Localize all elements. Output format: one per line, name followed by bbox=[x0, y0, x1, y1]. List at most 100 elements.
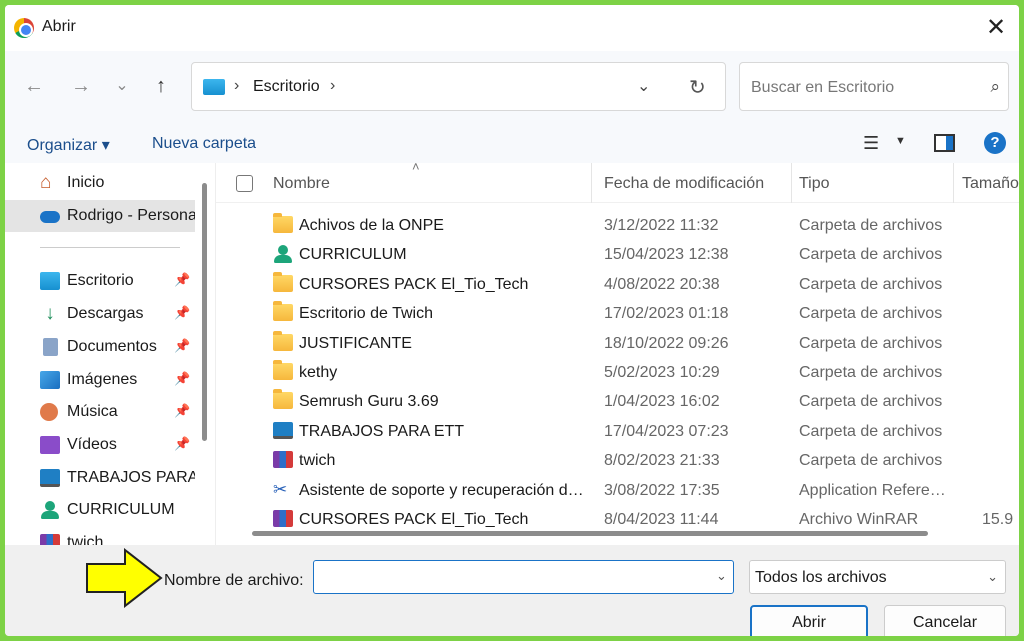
column-divider[interactable] bbox=[791, 163, 792, 203]
file-type: Application Reference bbox=[799, 482, 949, 499]
address-bar[interactable]: › Escritorio › ⌄ ↻ bbox=[191, 62, 726, 111]
sidebar-item-label: TRABAJOS PARA ETT bbox=[67, 469, 195, 486]
sidebar-item-onedrive[interactable]: Rodrigo - Personal bbox=[5, 200, 195, 232]
search-input[interactable]: Buscar en Escritorio bbox=[751, 79, 894, 97]
pin-icon[interactable]: 📌 bbox=[174, 436, 190, 452]
sidebar-item-label: Vídeos bbox=[67, 436, 117, 453]
sidebar-item-musica[interactable]: Música 📌 bbox=[5, 396, 195, 428]
recent-locations-button[interactable]: ⌄ bbox=[109, 73, 135, 99]
back-button[interactable]: ← bbox=[21, 73, 47, 99]
file-row[interactable]: TRABAJOS PARA ETT 17/04/2023 07:23 Carpe… bbox=[216, 417, 1019, 446]
address-history-dropdown-icon[interactable]: ⌄ bbox=[637, 76, 650, 96]
sidebar-item-label: Música bbox=[67, 403, 118, 420]
home-icon: ⌂ bbox=[40, 172, 52, 193]
column-divider[interactable] bbox=[591, 163, 592, 203]
file-row[interactable]: CURRICULUM 15/04/2023 12:38 Carpeta de a… bbox=[216, 240, 1019, 269]
pictures-icon bbox=[40, 371, 60, 389]
file-date: 17/02/2023 01:18 bbox=[604, 305, 729, 322]
filename-dropdown-icon[interactable]: ⌄ bbox=[716, 568, 727, 584]
file-list: ˄ Nombre Fecha de modificación Tipo Tama… bbox=[215, 163, 1019, 545]
file-type: Carpeta de archivos bbox=[799, 364, 943, 381]
filetype-select[interactable]: Todos los archivos ⌄ bbox=[749, 560, 1006, 594]
file-row[interactable]: Escritorio de Twich 17/02/2023 01:18 Car… bbox=[216, 299, 1019, 328]
view-details-icon[interactable]: ☰ bbox=[863, 133, 879, 154]
file-row[interactable]: ✂ Asistente de soporte y recuperación de… bbox=[216, 476, 1019, 505]
column-divider[interactable] bbox=[953, 163, 954, 203]
open-button[interactable]: Abrir bbox=[750, 605, 868, 636]
onedrive-icon bbox=[40, 211, 60, 223]
navigation-pane: ⌂ Inicio Rodrigo - Personal Escritorio 📌… bbox=[5, 163, 195, 545]
column-header-type[interactable]: Tipo bbox=[799, 175, 830, 193]
file-name: twich bbox=[299, 452, 336, 469]
user-folder-icon bbox=[40, 501, 60, 519]
folder-icon bbox=[273, 331, 293, 351]
pin-icon[interactable]: 📌 bbox=[174, 338, 190, 354]
select-all-checkbox[interactable] bbox=[236, 175, 253, 192]
up-button[interactable]: ↑ bbox=[148, 73, 174, 99]
file-name: kethy bbox=[299, 364, 338, 381]
file-row[interactable]: JUSTIFICANTE 18/10/2022 09:26 Carpeta de… bbox=[216, 329, 1019, 358]
forward-button[interactable]: → bbox=[68, 73, 94, 99]
sidebar-item-inicio[interactable]: ⌂ Inicio bbox=[5, 167, 195, 199]
refresh-icon[interactable]: ↻ bbox=[689, 75, 706, 100]
file-date: 4/08/2022 20:38 bbox=[604, 276, 720, 293]
organize-menu-button[interactable]: Organizar ▾ bbox=[27, 135, 110, 155]
file-name: CURRICULUM bbox=[299, 246, 407, 263]
file-date: 8/02/2023 21:33 bbox=[604, 452, 720, 469]
pin-icon[interactable]: 📌 bbox=[174, 272, 190, 288]
filename-input[interactable] bbox=[313, 560, 734, 594]
sidebar-item-trabajos[interactable]: TRABAJOS PARA ETT bbox=[5, 462, 195, 494]
breadcrumb-chevron-icon[interactable]: › bbox=[330, 77, 335, 95]
desktop-folder-icon bbox=[203, 79, 225, 95]
sidebar-scrollbar[interactable] bbox=[202, 183, 207, 441]
search-icon[interactable]: ⌕ bbox=[990, 77, 1000, 97]
user-folder-icon bbox=[273, 245, 293, 263]
file-date: 15/04/2023 12:38 bbox=[604, 246, 729, 263]
file-name: Achivos de la ONPE bbox=[299, 217, 444, 234]
yellow-arrow-annotation bbox=[86, 548, 163, 608]
command-bar: Organizar ▾ Nueva carpeta ☰ ▼ ? bbox=[5, 123, 1019, 163]
sidebar-item-videos[interactable]: Vídeos 📌 bbox=[5, 429, 195, 461]
help-icon[interactable]: ? bbox=[984, 132, 1006, 154]
file-row[interactable]: twich 8/02/2023 21:33 Carpeta de archivo… bbox=[216, 446, 1019, 475]
pin-icon[interactable]: 📌 bbox=[174, 403, 190, 419]
breadcrumb-escritorio[interactable]: Escritorio bbox=[253, 78, 320, 96]
file-name: Semrush Guru 3.69 bbox=[299, 393, 439, 410]
dialog-title: Abrir bbox=[42, 18, 76, 35]
file-date: 5/02/2023 10:29 bbox=[604, 364, 720, 381]
sidebar-item-documentos[interactable]: Documentos 📌 bbox=[5, 331, 195, 363]
column-header-date[interactable]: Fecha de modificación bbox=[604, 175, 764, 193]
column-header-name[interactable]: Nombre bbox=[273, 175, 330, 193]
folder-icon bbox=[273, 272, 293, 292]
folder-icon bbox=[273, 389, 293, 409]
preview-pane-icon[interactable] bbox=[934, 134, 955, 152]
horizontal-scrollbar[interactable] bbox=[252, 531, 928, 536]
file-type: Carpeta de archivos bbox=[799, 393, 943, 410]
chevron-down-icon[interactable]: ⌄ bbox=[987, 569, 998, 585]
column-header-row: ˄ Nombre Fecha de modificación Tipo Tama… bbox=[216, 163, 1019, 203]
file-row[interactable]: kethy 5/02/2023 10:29 Carpeta de archivo… bbox=[216, 358, 1019, 387]
file-name: JUSTIFICANTE bbox=[299, 335, 412, 352]
divider bbox=[40, 247, 180, 248]
column-header-size[interactable]: Tamaño bbox=[962, 175, 1019, 193]
new-folder-button[interactable]: Nueva carpeta bbox=[152, 135, 256, 153]
search-box[interactable]: Buscar en Escritorio ⌕ bbox=[739, 62, 1009, 111]
file-row[interactable]: CURSORES PACK El_Tio_Tech 8/04/2023 11:4… bbox=[216, 505, 1019, 534]
view-options-dropdown-icon[interactable]: ▼ bbox=[895, 135, 906, 147]
download-icon: ↓ bbox=[45, 303, 55, 324]
sidebar-item-escritorio[interactable]: Escritorio 📌 bbox=[5, 265, 195, 297]
breadcrumb-chevron-icon[interactable]: › bbox=[234, 77, 239, 95]
sidebar-item-imagenes[interactable]: Imágenes 📌 bbox=[5, 364, 195, 396]
sidebar-item-twich[interactable]: twich bbox=[5, 527, 195, 545]
pin-icon[interactable]: 📌 bbox=[174, 371, 190, 387]
sidebar-item-curriculum[interactable]: CURRICULUM bbox=[5, 494, 195, 526]
close-button[interactable]: ✕ bbox=[981, 13, 1011, 43]
pin-icon[interactable]: 📌 bbox=[174, 305, 190, 321]
videos-icon bbox=[40, 436, 60, 454]
cancel-button[interactable]: Cancelar bbox=[884, 605, 1006, 636]
dialog-footer: Nombre de archivo: ⌄ Todos los archivos … bbox=[5, 545, 1019, 636]
file-row[interactable]: CURSORES PACK El_Tio_Tech 4/08/2022 20:3… bbox=[216, 270, 1019, 299]
file-row[interactable]: Achivos de la ONPE 3/12/2022 11:32 Carpe… bbox=[216, 211, 1019, 240]
sidebar-item-descargas[interactable]: ↓ Descargas 📌 bbox=[5, 298, 195, 330]
file-row[interactable]: Semrush Guru 3.69 1/04/2023 16:02 Carpet… bbox=[216, 387, 1019, 416]
